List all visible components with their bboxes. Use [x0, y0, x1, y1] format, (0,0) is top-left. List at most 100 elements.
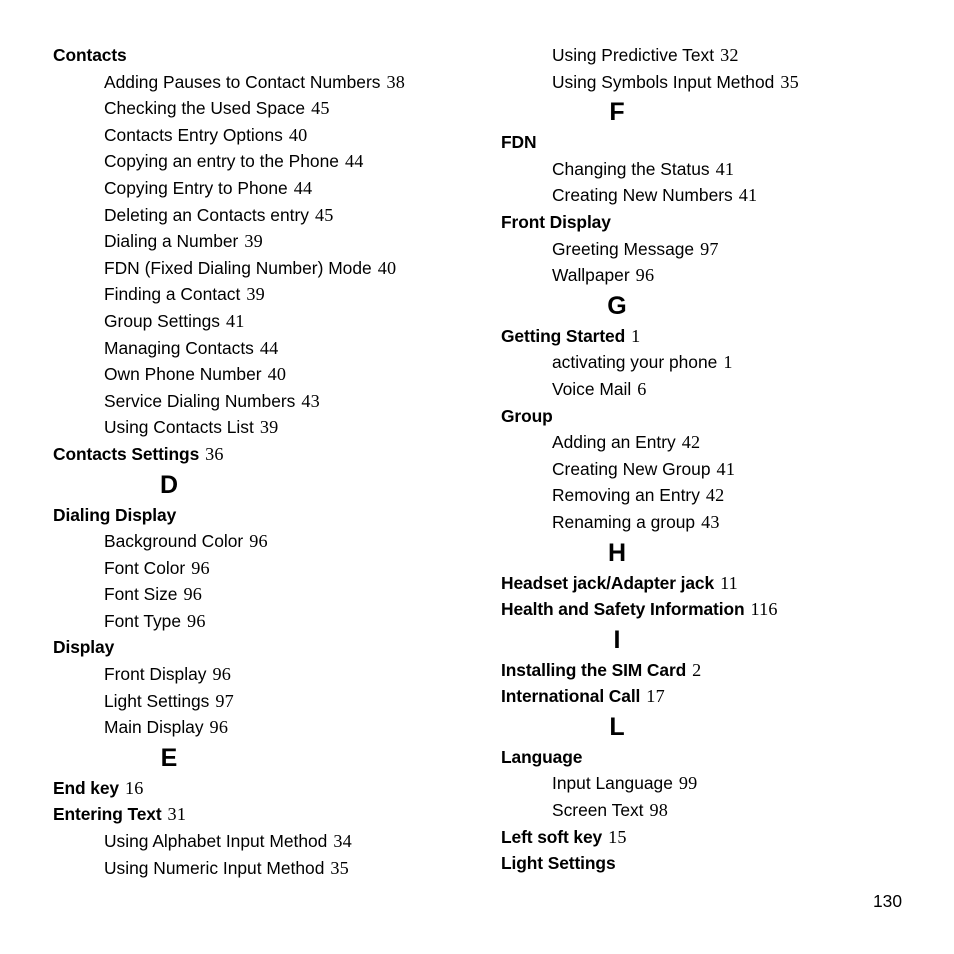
index-entry-sub: Copying Entry to Phone 44	[104, 175, 473, 202]
index-entry-sub: Font Size 96	[104, 581, 473, 608]
index-entry-label: Using Contacts List	[104, 417, 254, 438]
index-entry-label: Background Color	[104, 531, 244, 552]
index-entry-label: Using Numeric Input Method	[104, 857, 325, 878]
index-entry-page-number: 17	[646, 686, 665, 707]
index-entry-page-number: 96	[635, 265, 655, 286]
index-letter-divider: D	[159, 470, 179, 499]
index-entry-page-number: 96	[191, 557, 210, 578]
index-entry-page-number: 45	[311, 98, 330, 119]
index-entry-page-number: 41	[715, 158, 735, 179]
index-entry-sub: Contacts Entry Options 40	[104, 122, 473, 149]
index-entry-page-number: 39	[244, 231, 263, 252]
index-entry-label: Front Display	[501, 211, 611, 232]
index-entry-page-number: 36	[205, 443, 224, 464]
index-entry-sub: Creating New Group 41	[552, 456, 921, 483]
index-entry-main: End key 16	[53, 775, 473, 802]
index-entry-label: Contacts Entry Options	[104, 124, 283, 145]
index-entry-label: Installing the SIM Card	[501, 659, 687, 680]
index-entry-label: Dialing Display	[53, 504, 177, 525]
index-entry-page-number: 42	[705, 485, 725, 506]
index-entry-page-number: 96	[212, 664, 232, 685]
index-column-right: Using Predictive Text 32 Using Symbols Inp…	[501, 42, 921, 877]
index-entry-main: Language	[501, 744, 921, 771]
index-entry-sub: Greeting Message 97	[552, 236, 921, 263]
index-entry-sub: Background Color 96	[104, 528, 473, 555]
index-letter-divider: E	[160, 743, 178, 772]
index-entry-sub: Using Predictive Text 32	[552, 42, 921, 69]
index-entry-label: Using Symbols Input Method	[552, 71, 775, 92]
index-entry-page-number: 40	[288, 124, 308, 145]
index-entry-sub: Dialing a Number 39	[104, 228, 473, 255]
index-entry-page-number: 97	[215, 690, 234, 711]
index-entry-main: Entering Text 31	[53, 801, 473, 828]
index-entry-label: Own Phone Number	[104, 364, 262, 385]
index-entry-sub: Group Settings 41	[104, 308, 473, 335]
index-entry-page-number: 1	[723, 352, 733, 373]
index-entry-page-number: 96	[249, 531, 268, 552]
index-entry-sub: Managing Contacts 44	[104, 335, 473, 362]
index-entry-main: Group	[501, 403, 921, 430]
index-entry-sub: Changing the Status 41	[552, 156, 921, 183]
index-entry-sub: activating your phone 1	[552, 349, 921, 376]
index-entry-page-number: 38	[386, 71, 406, 92]
index-entry-label: International Call	[501, 686, 641, 707]
index-entry-page-number: 44	[293, 177, 313, 198]
index-entry-label: Input Language	[552, 773, 673, 794]
index-entry-label: Light Settings	[501, 853, 616, 874]
index-entry-label: Main Display	[104, 717, 204, 738]
index-entry-sub: Using Alphabet Input Method 34	[104, 828, 473, 855]
index-entry-page-number: 96	[183, 584, 203, 605]
index-entry-main: Dialing Display	[53, 502, 473, 529]
index-entry-label: Left soft key	[501, 826, 603, 847]
index-entry-label: Changing the Status	[552, 158, 710, 179]
index-entry-sub: Adding an Entry 42	[552, 429, 921, 456]
index-column-left: Contacts Adding Pauses to Contact Numbers…	[53, 42, 473, 881]
index-entry-page-number: 11	[720, 572, 738, 593]
index-entry-label: Group Settings	[104, 310, 221, 331]
index-entry-page-number: 44	[259, 337, 279, 358]
index-entry-sub: Copying an entry to the Phone 44	[104, 148, 473, 175]
index-entry-main: FDN	[501, 129, 921, 156]
index-entry-label: Greeting Message	[552, 238, 695, 259]
index-page: Contacts Adding Pauses to Contact Numbers…	[0, 0, 954, 954]
index-entry-label: Using Alphabet Input Method	[104, 831, 328, 852]
index-entry-label: Adding an Entry	[552, 432, 676, 453]
index-columns: Contacts Adding Pauses to Contact Numbers…	[0, 0, 954, 900]
index-entry-label: Managing Contacts	[104, 337, 254, 358]
index-entry-sub: Service Dialing Numbers 43	[104, 388, 473, 415]
index-entry-label: Deleting an Contacts entry	[104, 204, 309, 225]
index-entry-label: Copying an entry to the Phone	[104, 151, 339, 172]
index-entry-page-number: 99	[678, 773, 698, 794]
index-entry-label: Font Type	[104, 610, 182, 631]
index-entry-label: Headset jack/Adapter jack	[501, 572, 715, 593]
index-entry-label: Renaming a group	[552, 511, 696, 532]
index-entry-main: Contacts Settings 36	[53, 441, 473, 468]
index-entry-label: Checking the Used Space	[104, 98, 306, 119]
index-entry-page-number: 43	[301, 390, 320, 411]
index-entry-label: Light Settings	[104, 690, 210, 711]
index-letter-divider: G	[607, 291, 627, 320]
index-entry-label: Font Size	[104, 584, 178, 605]
index-entry-main: Health and Safety Information 116	[501, 596, 921, 623]
index-entry-label: Creating New Numbers	[552, 185, 733, 206]
index-entry-page-number: 41	[226, 310, 245, 331]
index-entry-label: Entering Text	[53, 804, 162, 825]
index-entry-page-number: 96	[187, 610, 206, 631]
index-entry-sub: Own Phone Number 40	[104, 361, 473, 388]
index-entry-label: Getting Started	[501, 325, 626, 346]
index-entry-page-number: 39	[246, 284, 265, 305]
index-entry-label: activating your phone	[552, 352, 718, 373]
index-entry-main: Headset jack/Adapter jack 11	[501, 570, 921, 597]
index-entry-label: Language	[501, 746, 583, 767]
index-entry-label: Using Predictive Text	[552, 45, 715, 65]
index-entry-sub: Creating New Numbers 41	[552, 182, 921, 209]
index-entry-label: Creating New Group	[552, 458, 711, 479]
index-entry-page-number: 2	[692, 659, 702, 680]
index-entry-label: FDN	[501, 132, 537, 153]
index-entry-page-number: 96	[209, 717, 229, 738]
index-entry-page-number: 34	[333, 831, 352, 852]
index-entry-page-number: 45	[314, 204, 334, 225]
index-entry-page-number: 116	[750, 599, 778, 620]
index-entry-main: Light Settings	[501, 850, 921, 877]
index-entry-label: FDN (Fixed Dialing Number) Mode	[104, 257, 372, 278]
